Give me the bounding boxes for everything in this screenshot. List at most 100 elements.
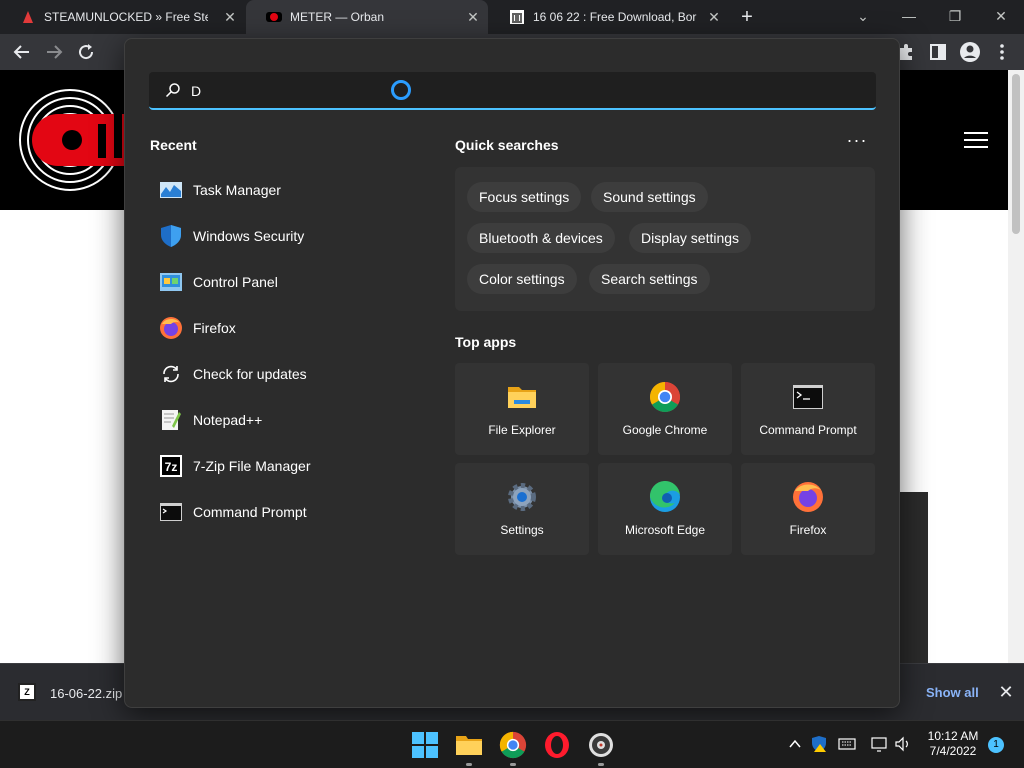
chrome-icon[interactable] (499, 731, 527, 759)
windows-start-icon[interactable] (411, 731, 439, 759)
chip-display-settings[interactable]: Display settings (629, 223, 752, 253)
file-explorer-icon (508, 387, 536, 408)
start-menu: Recent Task Manager Windows Security Con… (124, 38, 900, 708)
tab-steamunlocked[interactable]: STEAMUNLOCKED » Free Steam G ✕ (0, 0, 245, 34)
recent-item-windows-security[interactable]: Windows Security (149, 213, 419, 259)
seven-zip-icon: 7z (160, 455, 182, 477)
app-tile-command-prompt[interactable]: Command Prompt (741, 363, 875, 455)
orban-favicon-icon (266, 12, 282, 22)
recent-item-firefox[interactable]: Firefox (149, 305, 419, 351)
running-indicator (510, 763, 516, 766)
clock-time: 10:12 AM (927, 729, 979, 743)
chip-bluetooth-devices[interactable]: Bluetooth & devices (467, 223, 615, 253)
site-menu-button[interactable] (964, 132, 988, 150)
page-fragment (900, 492, 928, 664)
edge-icon (649, 481, 680, 512)
tab-title: 16 06 22 : Free Download, Borrow (533, 10, 697, 24)
quick-searches-panel: Focus settings Sound settings Bluetooth … (455, 167, 875, 311)
restore-button[interactable]: ❐ (940, 4, 970, 28)
app-tile-google-chrome[interactable]: Google Chrome (598, 363, 732, 455)
search-input[interactable] (191, 80, 791, 102)
tab-search-button[interactable]: ⌄ (848, 4, 878, 28)
chip-sound-settings[interactable]: Sound settings (591, 182, 708, 212)
notification-badge[interactable]: 1 (988, 737, 1004, 753)
browser-tab-strip: STEAMUNLOCKED » Free Steam G ✕ METER — O… (0, 0, 1024, 34)
settings-gear-icon (508, 483, 536, 511)
reload-button[interactable] (74, 40, 98, 64)
refresh-icon (163, 365, 179, 383)
app-tile-firefox[interactable]: Firefox (741, 463, 875, 555)
side-panel-icon (930, 44, 946, 60)
control-panel-icon (160, 273, 182, 291)
steam-favicon-icon (23, 11, 33, 23)
kebab-menu-icon (1000, 44, 1004, 60)
clock-date: 7/4/2022 (929, 744, 977, 758)
search-icon (165, 83, 180, 98)
show-all-downloads-button[interactable]: Show all (926, 685, 979, 700)
more-options-button[interactable]: ··· (845, 131, 869, 154)
recent-item-check-for-updates[interactable]: Check for updates (149, 351, 419, 397)
browser-menu-button[interactable] (990, 40, 1014, 64)
chevron-up-icon[interactable] (786, 735, 804, 753)
forward-button[interactable] (42, 40, 66, 64)
clock[interactable]: 10:12 AM 7/4/2022 (914, 729, 992, 759)
tab-archive-download[interactable]: 16 06 22 : Free Download, Borrow ✕ (489, 0, 729, 34)
windows-security-icon (161, 225, 181, 247)
chip-search-settings[interactable]: Search settings (589, 264, 710, 294)
chip-focus-settings[interactable]: Focus settings (467, 182, 582, 212)
new-tab-button[interactable]: + (736, 6, 758, 28)
recent-heading: Recent (150, 137, 197, 153)
orban-logo-icon (19, 89, 128, 191)
taskbar: 10:12 AM 7/4/2022 1 (0, 720, 1024, 768)
tab-close-button[interactable]: ✕ (221, 8, 239, 26)
recent-item-command-prompt[interactable]: Command Prompt (149, 489, 419, 535)
cortana-icon (391, 80, 411, 100)
recent-item-task-manager[interactable]: Task Manager (149, 167, 419, 213)
minimize-button[interactable]: — (894, 4, 924, 28)
arrow-right-icon (47, 45, 63, 59)
command-prompt-icon (160, 503, 182, 521)
media-player-icon[interactable] (587, 731, 615, 759)
avatar-icon (960, 42, 980, 62)
app-tile-file-explorer[interactable]: File Explorer (455, 363, 589, 455)
recent-item-7-zip[interactable]: 7z 7-Zip File Manager (149, 443, 419, 489)
side-panel-button[interactable] (926, 40, 950, 64)
tab-title: STEAMUNLOCKED » Free Steam G (44, 10, 208, 24)
recent-item-notepad-plus-plus[interactable]: Notepad++ (149, 397, 419, 443)
opera-icon[interactable] (543, 731, 571, 759)
download-item[interactable]: 16-06-22.zip (50, 686, 122, 701)
page-scrollbar[interactable] (1008, 70, 1024, 663)
recent-item-control-panel[interactable]: Control Panel (149, 259, 419, 305)
profile-button[interactable] (958, 40, 982, 64)
firefox-icon (793, 482, 823, 512)
app-tile-microsoft-edge[interactable]: Microsoft Edge (598, 463, 732, 555)
tab-meter-orban[interactable]: METER — Orban ✕ (246, 0, 488, 34)
file-explorer-icon[interactable] (455, 731, 483, 759)
quick-searches-heading: Quick searches (455, 137, 559, 153)
reload-icon (79, 44, 94, 60)
recent-list: Task Manager Windows Security Control Pa… (149, 167, 419, 535)
network-icon[interactable] (870, 735, 888, 753)
svg-text:7z: 7z (165, 460, 178, 474)
arrow-left-icon (13, 45, 29, 59)
downloads-close-button[interactable]: ✕ (996, 682, 1016, 702)
search-box[interactable] (149, 72, 876, 110)
running-indicator (466, 763, 472, 766)
back-button[interactable] (10, 40, 34, 64)
task-manager-icon (160, 182, 182, 198)
tab-close-button[interactable]: ✕ (705, 8, 723, 26)
keyboard-icon[interactable] (838, 735, 856, 753)
firefox-icon (160, 317, 182, 339)
window-close-button[interactable]: ✕ (986, 4, 1016, 28)
running-indicator (598, 763, 604, 766)
windows-security-icon[interactable] (810, 735, 828, 753)
app-tile-settings[interactable]: Settings (455, 463, 589, 555)
command-prompt-icon (793, 385, 823, 409)
chip-color-settings[interactable]: Color settings (467, 264, 577, 294)
archive-favicon-icon (510, 10, 524, 24)
volume-icon[interactable] (894, 735, 912, 753)
top-apps-heading: Top apps (455, 334, 517, 350)
zip-file-icon: Z (18, 683, 36, 701)
notepad-plus-plus-icon (162, 410, 181, 430)
tab-close-button[interactable]: ✕ (464, 8, 482, 26)
